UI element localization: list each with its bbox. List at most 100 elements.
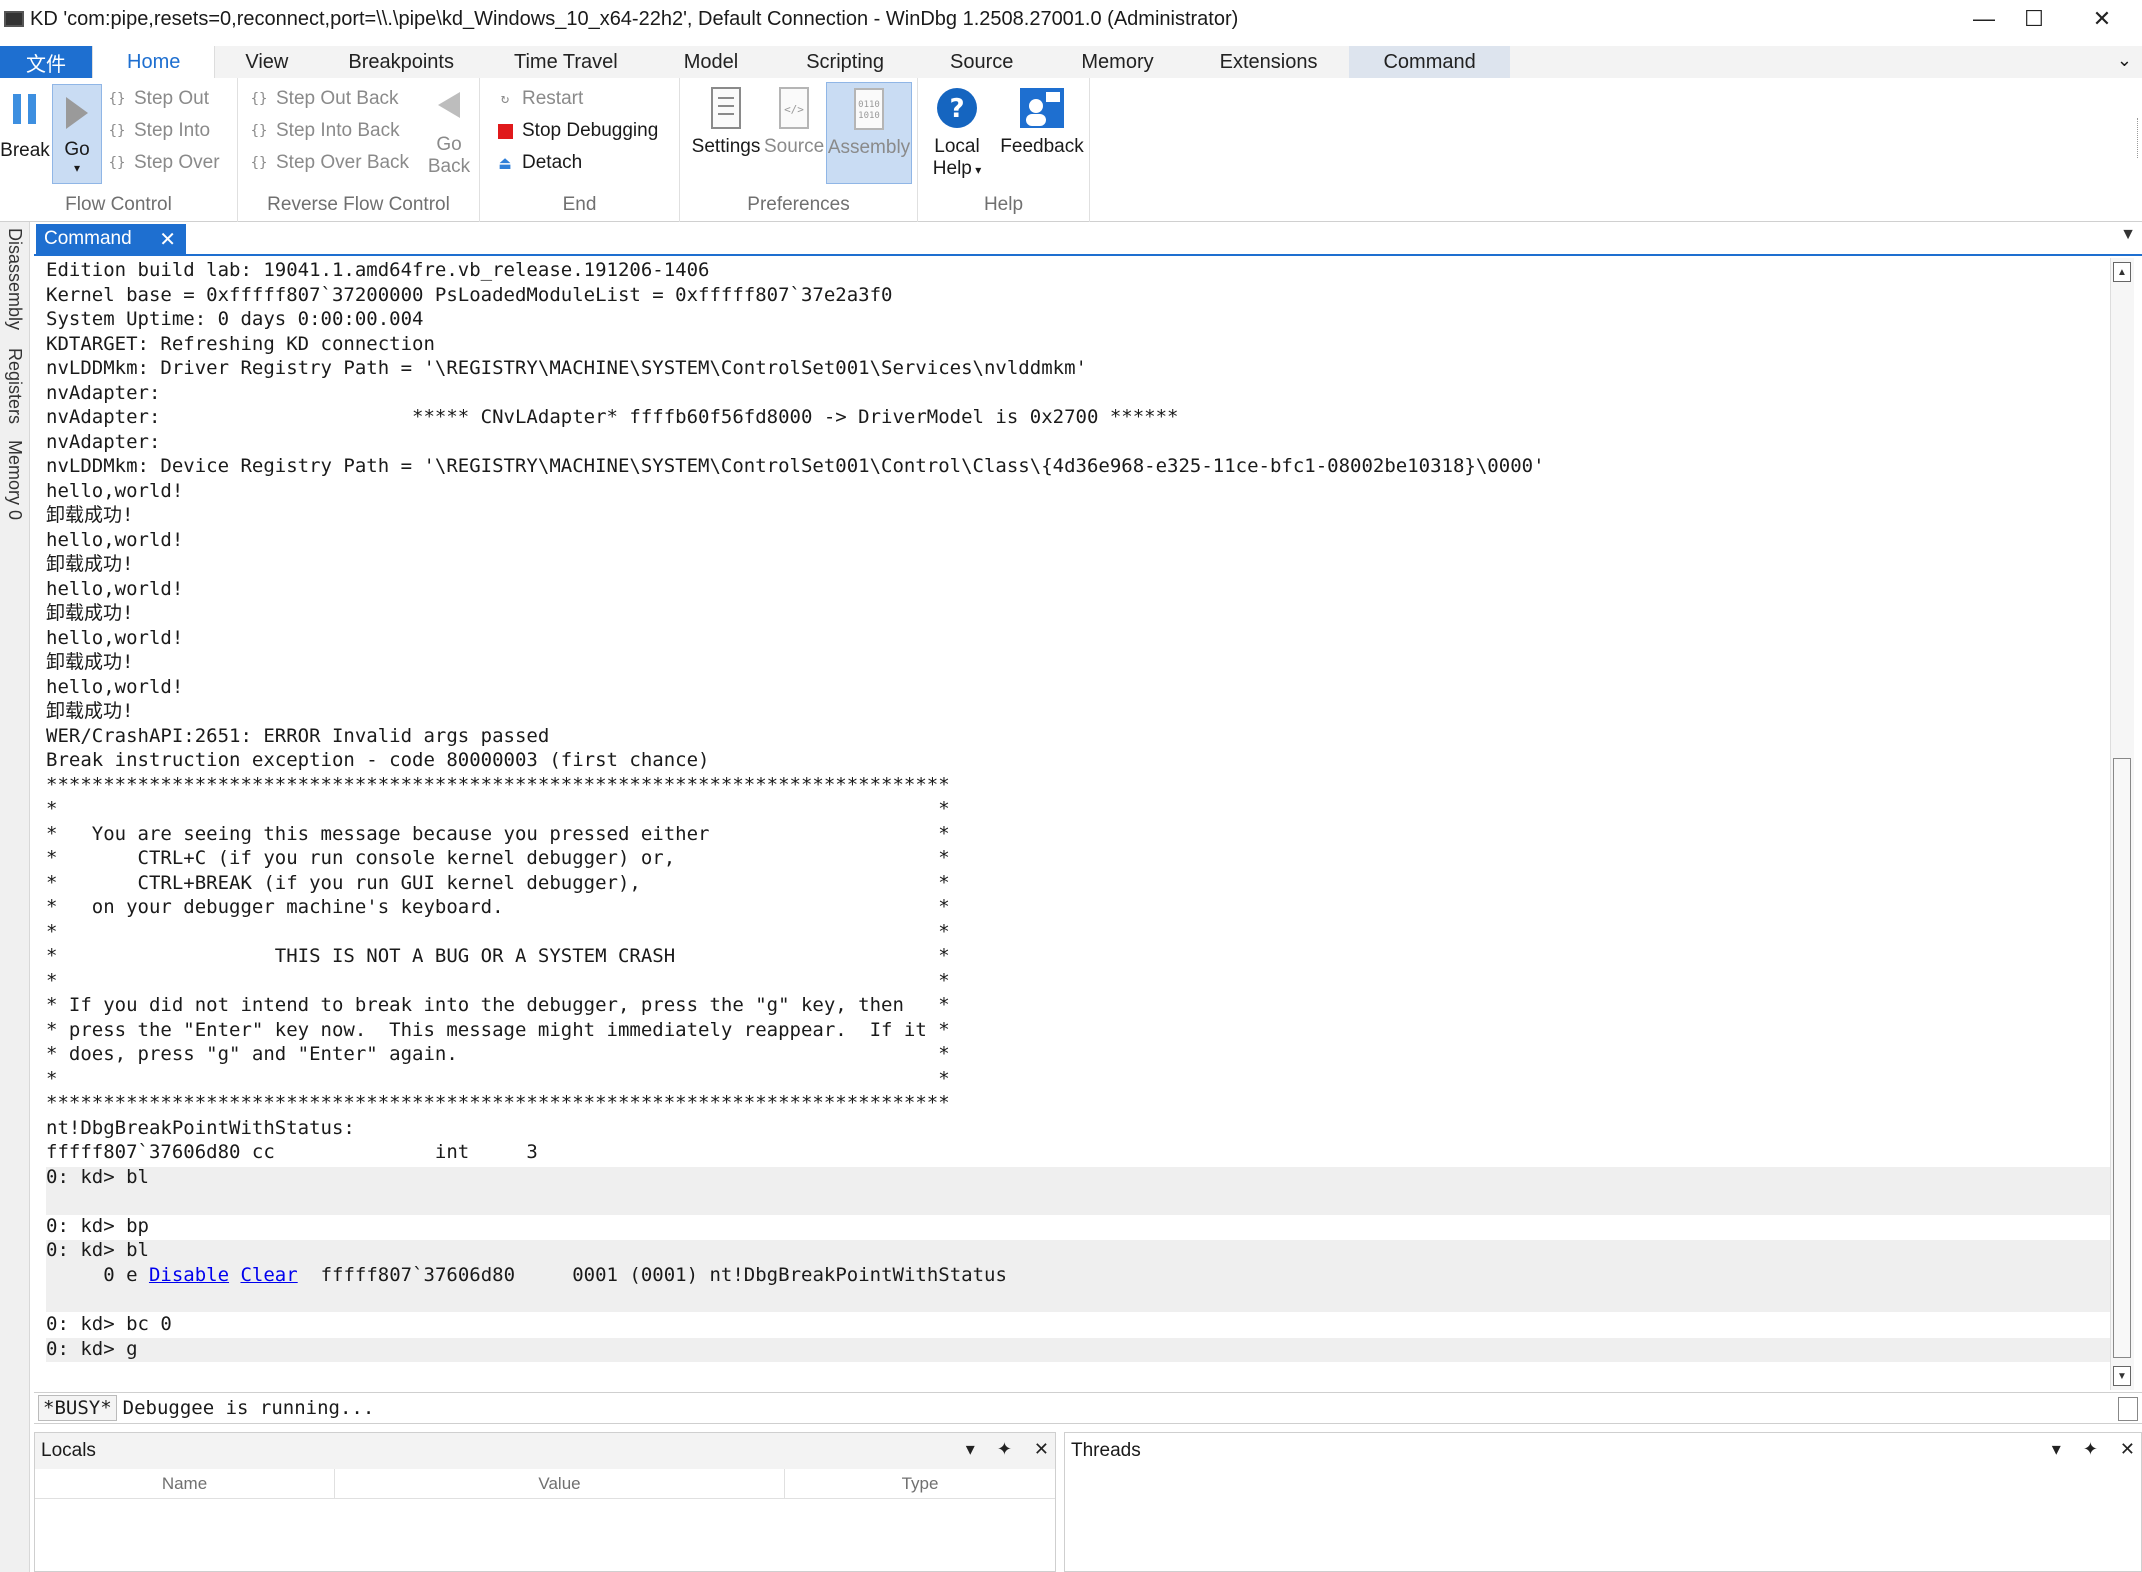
go-label: Go (64, 139, 90, 160)
stop-icon (494, 120, 516, 142)
tab-memory[interactable]: Memory (1047, 46, 1187, 78)
bp-details: fffff807`37606d80 0001 (0001) nt!DbgBrea… (297, 1263, 1007, 1286)
tab-scripting[interactable]: Scripting (774, 46, 916, 78)
locals-header: Locals ▾ ✦ ✕ (35, 1433, 1055, 1469)
end-label: End (562, 194, 597, 215)
group-reverse-flow-control: {} Step Out Back {} Step Into Back {} Step … (238, 78, 480, 222)
tab-model[interactable]: Model (648, 46, 774, 78)
output-line: hello,world! (46, 528, 184, 551)
threads-pin-icon[interactable]: ✦ (2083, 1439, 2098, 1460)
command-input-row: *BUSY* (34, 1392, 2142, 1424)
assembly-icon: 01101010 (854, 88, 884, 130)
local-help-label-1: Local (934, 136, 980, 157)
locals-pin-icon[interactable]: ✦ (997, 1439, 1012, 1460)
minimize-button[interactable]: — (1956, 0, 2012, 38)
output-line: * CTRL+BREAK (if you run GUI kernel debu… (46, 871, 950, 894)
collapse-ribbon-icon[interactable]: ⌄ (2117, 50, 2132, 71)
threads-dropdown-icon[interactable]: ▾ (2052, 1439, 2061, 1460)
tab-command[interactable]: Command (1349, 46, 1510, 78)
output-line: * THIS IS NOT A BUG OR A SYSTEM CRASH * (46, 945, 950, 967)
step-into-back-button[interactable]: {} Step Into Back (248, 116, 400, 146)
column-value[interactable]: Value (335, 1469, 785, 1498)
scrollbar-thumb[interactable] (2113, 758, 2131, 1358)
step-into-button[interactable]: {} Step Into (106, 116, 211, 146)
threads-close-icon[interactable]: ✕ (2120, 1439, 2135, 1460)
side-tab-registers[interactable]: Registers (4, 348, 25, 424)
side-tab-disassembly[interactable]: Disassembly (4, 228, 25, 330)
detach-button[interactable]: ⏏ Detach (494, 148, 583, 178)
output-line: 卸载成功! (46, 700, 134, 722)
step-out-back-button[interactable]: {} Step Out Back (248, 84, 399, 114)
reverse-flow-control-label: Reverse Flow Control (267, 194, 450, 215)
clear-breakpoint-link[interactable]: Clear (240, 1264, 297, 1286)
output-line: Edition build lab: 19041.1.amd64fre.vb_r… (46, 259, 710, 281)
feedback-icon (1020, 88, 1064, 128)
go-back-button[interactable]: Go Back (424, 88, 474, 178)
app-icon (4, 11, 24, 27)
column-type[interactable]: Type (785, 1469, 1055, 1498)
tab-time-travel[interactable]: Time Travel (484, 46, 648, 78)
feedback-button[interactable]: Feedback (996, 86, 1088, 158)
output-line: nvAdapter: ***** CNvLAdapter* ffffb60f56… (46, 406, 1179, 428)
tab-home[interactable]: Home (92, 46, 216, 78)
input-resize-handle[interactable] (2118, 1397, 2138, 1421)
disable-breakpoint-link[interactable]: Disable (149, 1264, 229, 1286)
svg-text:0110: 0110 (858, 100, 880, 110)
step-out-button[interactable]: {} Step Out (106, 84, 209, 114)
output-line: 0: kd> bp (46, 1214, 149, 1237)
svg-text:?: ? (949, 94, 964, 124)
step-over-button[interactable]: {} Step Over (106, 148, 220, 178)
output-highlight (46, 1167, 2110, 1215)
output-line: * press the "Enter" key now. This messag… (46, 1018, 950, 1041)
output-line: nvLDDMkm: Driver Registry Path = '\REGIS… (46, 357, 1087, 379)
feedback-label: Feedback (1000, 136, 1084, 157)
local-help-button[interactable]: ? Local Help ▾ (924, 86, 990, 180)
group-flow-control: Break Go ▾ {} Step Out {} Step Into {} Step… (0, 78, 238, 222)
close-command-tab-icon[interactable]: ✕ (159, 227, 176, 252)
ribbon: Break Go ▾ {} Step Out {} Step Into {} Step… (0, 78, 2142, 222)
stop-debugging-button[interactable]: Stop Debugging (494, 116, 658, 146)
restart-icon: ↻ (500, 91, 510, 107)
step-over-back-button[interactable]: {} Step Over Back (248, 148, 410, 178)
tab-file[interactable]: 文件 (0, 46, 92, 78)
svg-text:1010: 1010 (858, 111, 880, 121)
settings-button[interactable]: Settings (690, 86, 762, 158)
settings-icon (711, 87, 741, 129)
threads-title: Threads (1071, 1440, 1141, 1461)
tab-list-dropdown-icon[interactable]: ▼ (2120, 226, 2136, 244)
tab-command-window[interactable]: Command ✕ (36, 224, 186, 254)
output-line: * * (46, 969, 950, 992)
output-scrollbar[interactable]: ▲ ▼ (2110, 258, 2134, 1390)
eject-icon: ⏏ (499, 152, 511, 174)
locals-close-icon[interactable]: ✕ (1034, 1439, 1049, 1460)
output-line: hello,world! (46, 675, 184, 698)
output-highlight (46, 1338, 2110, 1362)
local-help-label-2: Help (932, 158, 972, 179)
break-button[interactable]: Break (0, 92, 50, 162)
step-out-back-label: Step Out Back (276, 88, 399, 109)
step-into-back-label: Step Into Back (276, 120, 400, 141)
window-title: KD 'com:pipe,resets=0,reconnect,port=\\.… (30, 7, 1239, 30)
output-line: 卸载成功! (46, 651, 134, 673)
go-back-label-1: Go (436, 134, 462, 155)
side-tab-memory-0[interactable]: Memory 0 (4, 440, 25, 520)
command-tab-bar: Command ✕ ▼ (34, 222, 2142, 256)
step-over-back-icon: {} (250, 155, 268, 171)
go-button[interactable]: Go ▾ (52, 84, 102, 184)
tab-extensions[interactable]: Extensions (1188, 46, 1350, 78)
locals-dropdown-icon[interactable]: ▾ (966, 1439, 975, 1460)
assembly-button[interactable]: 0110 1010 Assembly (826, 82, 912, 184)
close-button[interactable]: ✕ (2074, 0, 2130, 38)
restart-button[interactable]: ↻ Restart (494, 84, 583, 114)
source-button[interactable]: </> Source (764, 86, 824, 158)
output-line: hello,world! (46, 626, 184, 649)
tab-view[interactable]: View (215, 46, 318, 78)
tab-breakpoints[interactable]: Breakpoints (318, 46, 484, 78)
column-name[interactable]: Name (35, 1469, 335, 1498)
maximize-button[interactable]: ☐ (2006, 0, 2062, 38)
tab-source[interactable]: Source (916, 46, 1047, 78)
title-bar: KD 'com:pipe,resets=0,reconnect,port=\\.… (0, 0, 2142, 38)
command-input[interactable] (122, 1397, 2023, 1419)
scroll-up-icon[interactable]: ▲ (2113, 262, 2131, 282)
scroll-down-icon[interactable]: ▼ (2113, 1366, 2131, 1386)
